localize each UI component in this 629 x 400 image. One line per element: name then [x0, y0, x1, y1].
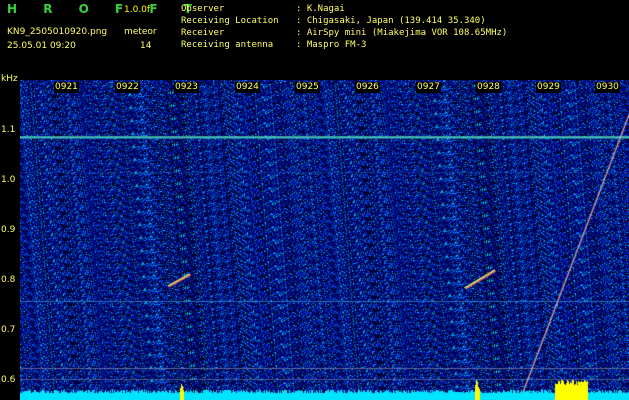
app-logo: H R O F F T — [7, 2, 203, 16]
y-tick-label: 0.9 — [1, 225, 16, 235]
info-value-location: : Chigasaki, Japan (139.414 35.340) — [296, 16, 486, 26]
info-value-receiver: : AirSpy mini (Miakejima VOR 108.65MHz) — [296, 28, 508, 38]
datetime-label: 25.05.01 09:20 — [7, 41, 76, 51]
time-marker: 0930 — [595, 82, 620, 93]
time-marker: 0927 — [416, 82, 441, 93]
info-key-observer: Observer — [181, 4, 225, 14]
info-key-antenna: Receiving antenna — [181, 40, 274, 50]
time-marker: 0924 — [235, 82, 260, 93]
y-tick-label: 1.1 — [1, 125, 16, 135]
mode-label: meteor — [124, 27, 157, 37]
time-marker: 0928 — [476, 82, 501, 93]
header-panel: H R O F F T 1.0.0f KN9_2505010920.png me… — [0, 0, 629, 80]
info-value-observer: : K.Nagai — [296, 4, 345, 14]
time-marker: 0926 — [355, 82, 380, 93]
y-tick-label: 1.0 — [1, 175, 16, 185]
time-marker: 0922 — [115, 82, 140, 93]
time-marker: 0925 — [295, 82, 320, 93]
y-tick-label: 0.6 — [1, 375, 16, 385]
filename-label: KN9_2505010920.png — [7, 27, 108, 37]
time-marker: 0929 — [536, 82, 561, 93]
y-tick-label: 0.8 — [1, 275, 16, 285]
version-label: 1.0.0f — [124, 5, 151, 15]
count-label: 14 — [140, 41, 152, 51]
time-marker: 0921 — [54, 82, 79, 93]
info-value-antenna: : Maspro FM-3 — [296, 40, 367, 50]
time-marker: 0923 — [174, 82, 199, 93]
spectrogram-canvas — [20, 80, 629, 400]
info-key-location: Receiving Location — [181, 16, 279, 26]
info-key-receiver: Receiver — [181, 28, 225, 38]
y-tick-label: 0.7 — [1, 325, 16, 335]
y-axis-unit: kHz — [1, 74, 18, 84]
